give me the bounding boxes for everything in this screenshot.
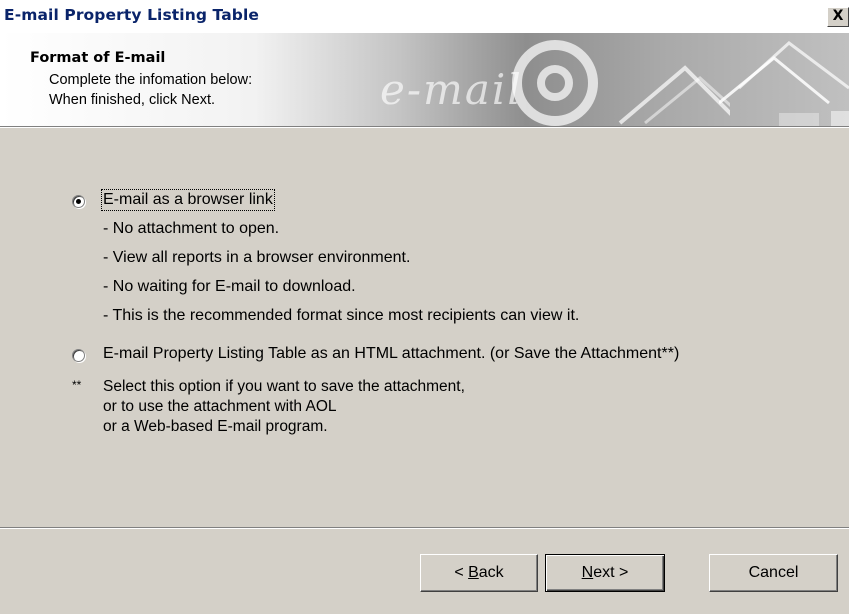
note-line: or to use the attachment with AOL (103, 398, 337, 415)
header-subtitle-line2: When finished, click Next. (49, 92, 216, 108)
back-button[interactable]: < Back (420, 554, 538, 592)
back-button-label: ack (478, 564, 504, 581)
back-button-mnemonic: B (468, 564, 479, 581)
dialog-window: E-mail Property Listing Table X e-mail F… (0, 0, 849, 614)
window-title: E-mail Property Listing Table (4, 6, 259, 24)
browser-link-bullet: - This is the recommended format since m… (103, 307, 580, 324)
note-line: or a Web-based E-mail program. (103, 418, 328, 435)
browser-link-bullet: - No waiting for E-mail to download. (103, 278, 356, 295)
html-attachment-option-label[interactable]: E-mail Property Listing Table as an HTML… (103, 345, 679, 363)
wizard-header: e-mail Format of E-mail Complete the inf… (0, 33, 849, 127)
title-bar: E-mail Property Listing Table X (0, 0, 849, 33)
header-title: Format of E-mail (30, 50, 166, 66)
next-button-mnemonic: N (581, 564, 594, 581)
note-marker: ** (72, 378, 82, 392)
cancel-button[interactable]: Cancel (709, 554, 838, 592)
radio-selected-dot (76, 199, 81, 204)
browser-link-option-label[interactable]: E-mail as a browser link (101, 189, 275, 211)
note-line: Select this option if you want to save t… (103, 378, 465, 395)
html-attachment-radio[interactable] (72, 349, 85, 362)
header-subtitle-line1: Complete the infomation below: (49, 72, 253, 88)
at-sign-graphic-icon (512, 40, 730, 126)
browser-link-bullet: - No attachment to open. (103, 220, 280, 237)
close-button[interactable]: X (827, 7, 849, 27)
next-button-label: ext > (593, 564, 629, 581)
next-button[interactable]: Next > (545, 554, 665, 592)
back-button-prefix: < (454, 564, 469, 581)
browser-link-bullet: - View all reports in a browser environm… (103, 249, 411, 266)
header-divider-highlight (0, 127, 849, 128)
browser-link-radio[interactable] (72, 195, 85, 208)
footer-divider-highlight (0, 528, 849, 529)
house-graphic-icon (719, 41, 849, 127)
